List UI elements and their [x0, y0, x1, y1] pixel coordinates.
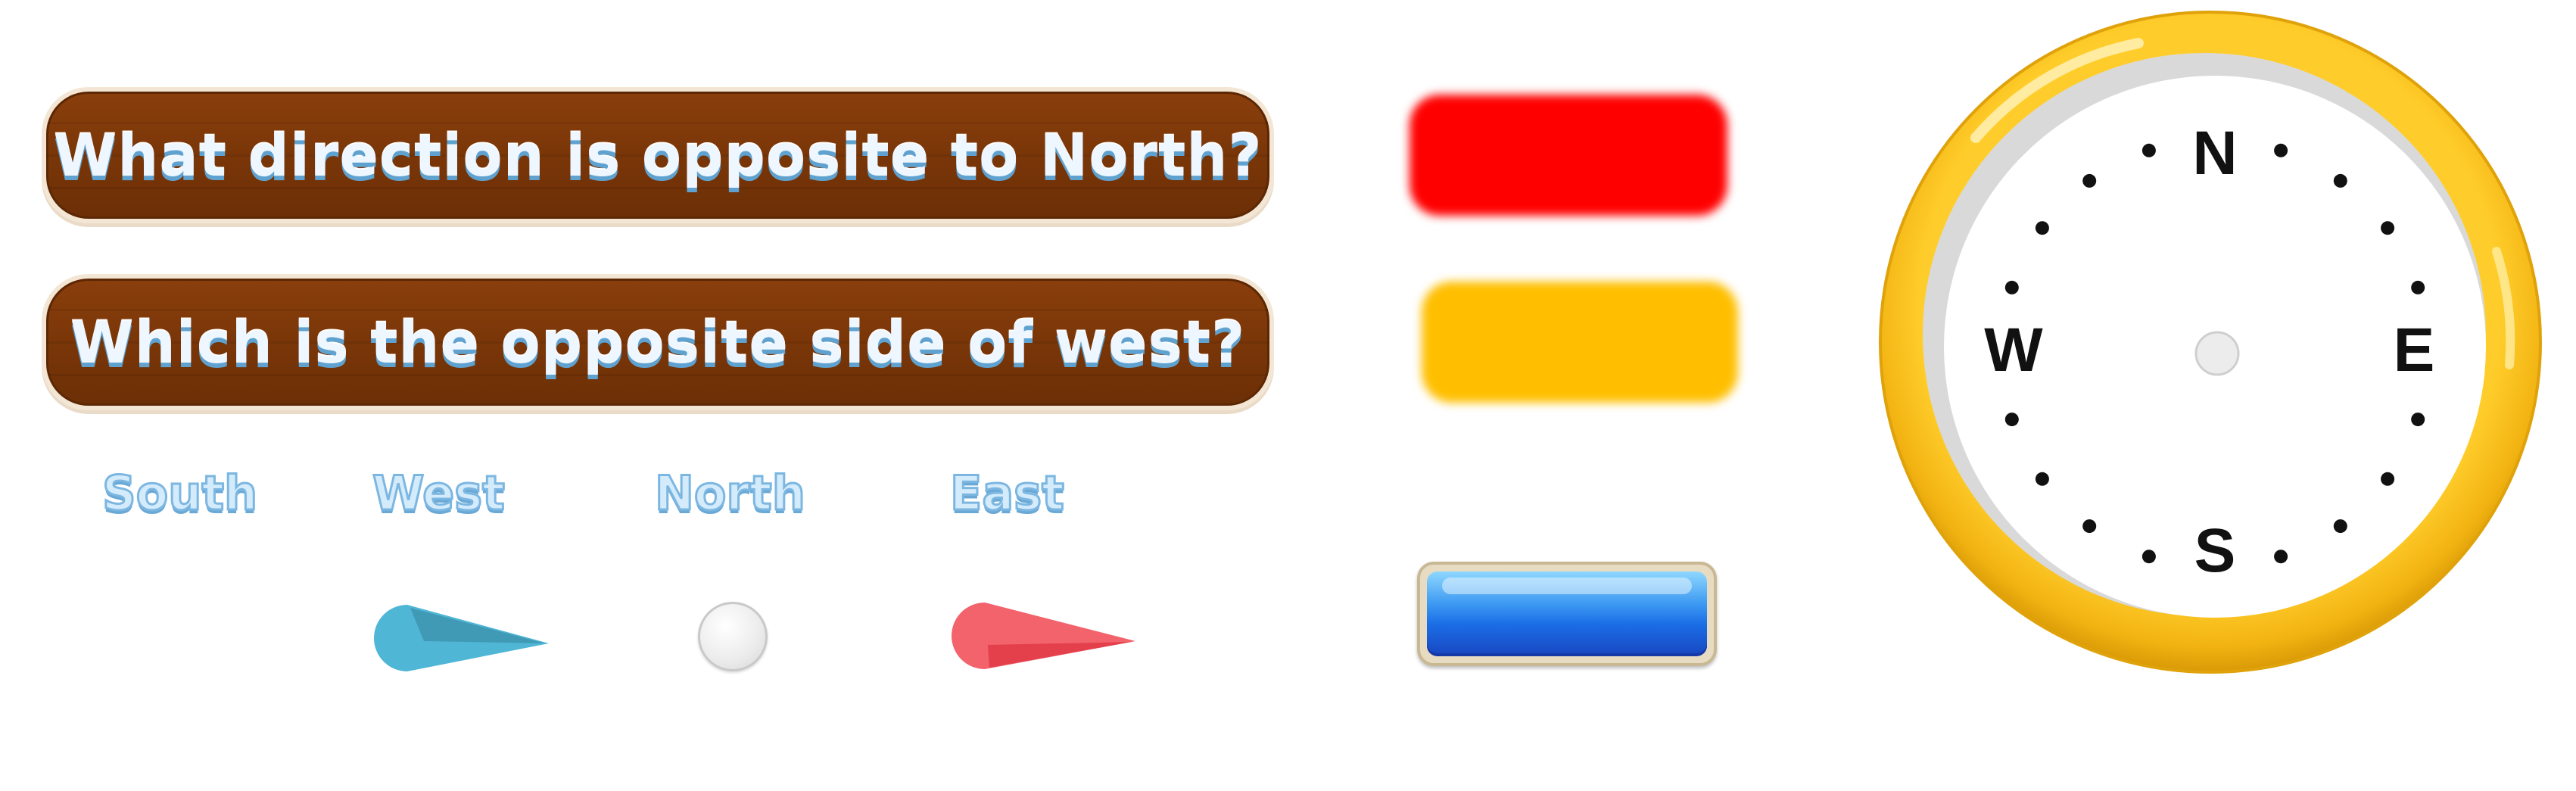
question-banner-2: Which is the opposite side of west? — [42, 274, 1274, 410]
option-west[interactable]: West — [372, 465, 506, 522]
compass-tick-dot — [2333, 173, 2347, 188]
compass-tick-dot — [2141, 143, 2156, 157]
compass-tick-dot — [2274, 143, 2288, 157]
option-south[interactable]: South — [101, 465, 258, 522]
compass-south-label: S — [2194, 516, 2236, 585]
compass-tick-dot — [2035, 221, 2049, 235]
question-text-1: What direction is opposite to North? — [53, 121, 1263, 189]
submit-button-blue[interactable] — [1417, 562, 1717, 666]
compass-tick-dot — [2333, 519, 2347, 534]
compass-tick-dot — [2141, 550, 2156, 564]
compass-tick-dot — [2274, 550, 2288, 564]
answer-button-red[interactable] — [1409, 95, 1727, 216]
option-north[interactable]: North — [654, 465, 807, 522]
compass-tick-dot — [2411, 280, 2425, 294]
compass-east-label: E — [2394, 316, 2435, 385]
option-east[interactable]: East — [949, 465, 1066, 522]
compass-center-pivot — [2194, 331, 2240, 376]
compass-tick-dot — [2411, 413, 2425, 427]
compass-pivot-icon — [698, 602, 768, 671]
compass-tick-dot — [2381, 221, 2395, 235]
compass-tick-dot — [2381, 472, 2395, 486]
compass-tick-dot — [2004, 280, 2019, 294]
compass-tick-dot — [2082, 173, 2097, 188]
compass-west-label: W — [1984, 316, 2043, 385]
compass-tick-dot — [2004, 413, 2019, 427]
blue-needle-icon[interactable] — [371, 602, 553, 674]
question-banner-1: What direction is opposite to North? — [42, 87, 1274, 223]
compass-tick-dot — [2082, 519, 2097, 534]
compass-dial: N E S W — [1879, 11, 2542, 674]
red-needle-icon[interactable] — [950, 599, 1139, 671]
compass-north-label: N — [2192, 119, 2237, 188]
answer-button-yellow[interactable] — [1422, 282, 1738, 403]
question-text-2: Which is the opposite side of west? — [70, 308, 1246, 376]
compass-tick-dot — [2035, 472, 2049, 486]
